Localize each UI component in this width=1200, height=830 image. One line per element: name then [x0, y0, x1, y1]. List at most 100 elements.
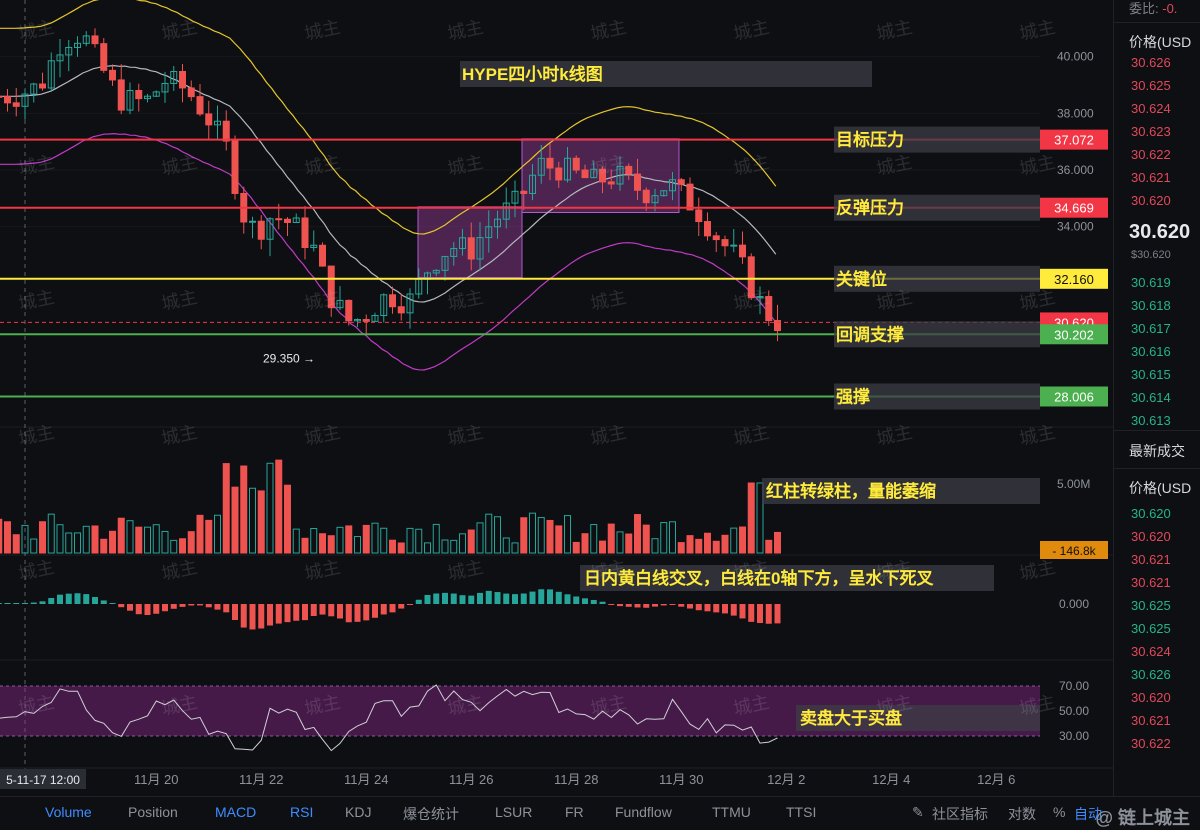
edit-icon[interactable]: ✎ — [912, 804, 924, 821]
macd-bar — [652, 604, 658, 607]
indicator-tab[interactable]: 爆仓统计 — [403, 804, 459, 824]
candle-body — [196, 96, 204, 115]
macd-bar — [713, 604, 720, 613]
bid-row[interactable]: 30.615 — [1131, 367, 1171, 382]
rsi-tick: 30.00 — [1059, 729, 1089, 743]
indicator-tab[interactable]: MACD — [215, 804, 256, 820]
level-label: 回调支撑 — [836, 324, 904, 344]
toolbar-option[interactable]: % — [1053, 804, 1065, 820]
macd-bar — [459, 595, 466, 604]
macd-bar — [748, 604, 755, 622]
macd-bar — [608, 604, 615, 605]
bid-row[interactable]: 30.617 — [1131, 321, 1171, 336]
macd-bar — [617, 604, 623, 607]
macd-bar — [660, 604, 667, 606]
macd-bar — [582, 598, 588, 604]
ask-row[interactable]: 30.620 — [1131, 193, 1171, 208]
macd-bar — [354, 604, 361, 622]
macd-bar — [30, 602, 37, 604]
macd-bar — [687, 604, 693, 609]
macd-bar — [197, 604, 203, 606]
volume-bar — [179, 538, 186, 554]
indicator-tab[interactable]: RSI — [290, 804, 313, 820]
macd-bar — [284, 604, 291, 623]
ask-row[interactable]: 30.626 — [1131, 55, 1171, 70]
macd-bar — [249, 604, 256, 630]
macd-bar — [153, 604, 160, 614]
ask-row[interactable]: 30.625 — [1131, 78, 1171, 93]
volume-bar — [774, 531, 781, 554]
ask-row[interactable]: 30.623 — [1131, 124, 1171, 139]
candle-body — [100, 43, 108, 71]
volume-bar — [240, 465, 248, 554]
indicator-tab[interactable]: TTMU — [712, 804, 751, 820]
indicator-tab[interactable]: Volume — [45, 804, 92, 820]
volume-tick: 5.00M — [1057, 477, 1090, 491]
candle-body — [222, 120, 230, 142]
macd-bar — [503, 593, 510, 604]
candle-body — [572, 157, 580, 171]
bid-row[interactable]: 30.614 — [1131, 390, 1171, 405]
macd-bar — [765, 604, 772, 624]
indicator-tab[interactable]: KDJ — [345, 804, 371, 820]
volume-bar — [739, 526, 746, 554]
date-tick: 11月 26 — [449, 772, 494, 787]
brand-label: @ 链上城主 — [1095, 808, 1190, 828]
volume-bar — [712, 540, 720, 554]
candle-body — [607, 181, 615, 185]
bid-row[interactable]: 30.613 — [1131, 413, 1171, 428]
volume-current: - 146.8k — [1052, 544, 1096, 558]
macd-bar — [188, 604, 195, 606]
price-tag: 28.006 — [1054, 389, 1094, 404]
indicator-tab[interactable]: TTSI — [786, 804, 816, 820]
date-tick: 12月 6 — [977, 772, 1015, 787]
indicator-tab[interactable]: Fundflow — [615, 804, 672, 820]
macd-bar — [380, 604, 387, 615]
date-tick: 11月 20 — [134, 772, 179, 787]
macd-bar — [407, 604, 413, 605]
macd-bar — [555, 591, 562, 604]
date-tick: 11月 24 — [344, 772, 389, 787]
ask-row[interactable]: 30.621 — [1131, 170, 1171, 185]
macd-bar — [302, 604, 308, 621]
bid-row[interactable]: 30.619 — [1131, 275, 1171, 290]
volume-bar — [677, 542, 685, 554]
price-tick: 40.000 — [1057, 50, 1094, 64]
toolbar-option[interactable]: 对数 — [1008, 804, 1036, 824]
indicator-toolbar: Volume Position MACD RSI KDJ 爆仓统计 LSUR FR Fundfl… — [0, 796, 1200, 828]
volume-bar — [275, 459, 283, 554]
macd-bar — [337, 604, 343, 619]
candle-body — [284, 218, 291, 223]
macd-bar — [757, 604, 763, 624]
ask-row[interactable]: 30.624 — [1131, 101, 1171, 116]
volume-bar — [301, 537, 309, 554]
ask-row[interactable]: 30.622 — [1131, 147, 1171, 162]
volume-bar — [642, 524, 650, 554]
indicator-tab[interactable]: FR — [565, 804, 584, 820]
macd-bar — [4, 603, 11, 604]
chart-canvas[interactable]: 目标压力 37.072反弹压力 34.669关键位 32.16030.620回调支撑 3… — [0, 0, 1113, 796]
macd-bar — [57, 594, 63, 604]
indicator-tab[interactable]: LSUR — [495, 804, 532, 820]
macd-bar — [477, 592, 483, 604]
candle-body — [712, 235, 720, 241]
toolbar-option[interactable]: 社区指标 — [932, 804, 988, 824]
level-label: 目标压力 — [836, 130, 904, 150]
annotations: HYPE四小时k线图 — [460, 61, 872, 87]
macd-bar — [13, 603, 20, 604]
indicator-tab[interactable]: Position — [128, 804, 178, 820]
macd-bar — [74, 593, 81, 604]
bid-row[interactable]: 30.616 — [1131, 344, 1171, 359]
bid-row[interactable]: 30.618 — [1131, 298, 1171, 313]
volume-bar — [327, 535, 335, 554]
macd-bar — [293, 604, 300, 621]
macd-bar — [389, 604, 396, 613]
macd-bar — [100, 600, 107, 604]
macd-bar — [258, 604, 265, 629]
volume-bar — [625, 533, 633, 554]
candle-body — [257, 220, 265, 240]
date-tick: 12月 2 — [767, 772, 805, 787]
volume-bar — [205, 519, 213, 554]
volume-bar — [721, 534, 729, 554]
candle-body — [686, 183, 694, 211]
